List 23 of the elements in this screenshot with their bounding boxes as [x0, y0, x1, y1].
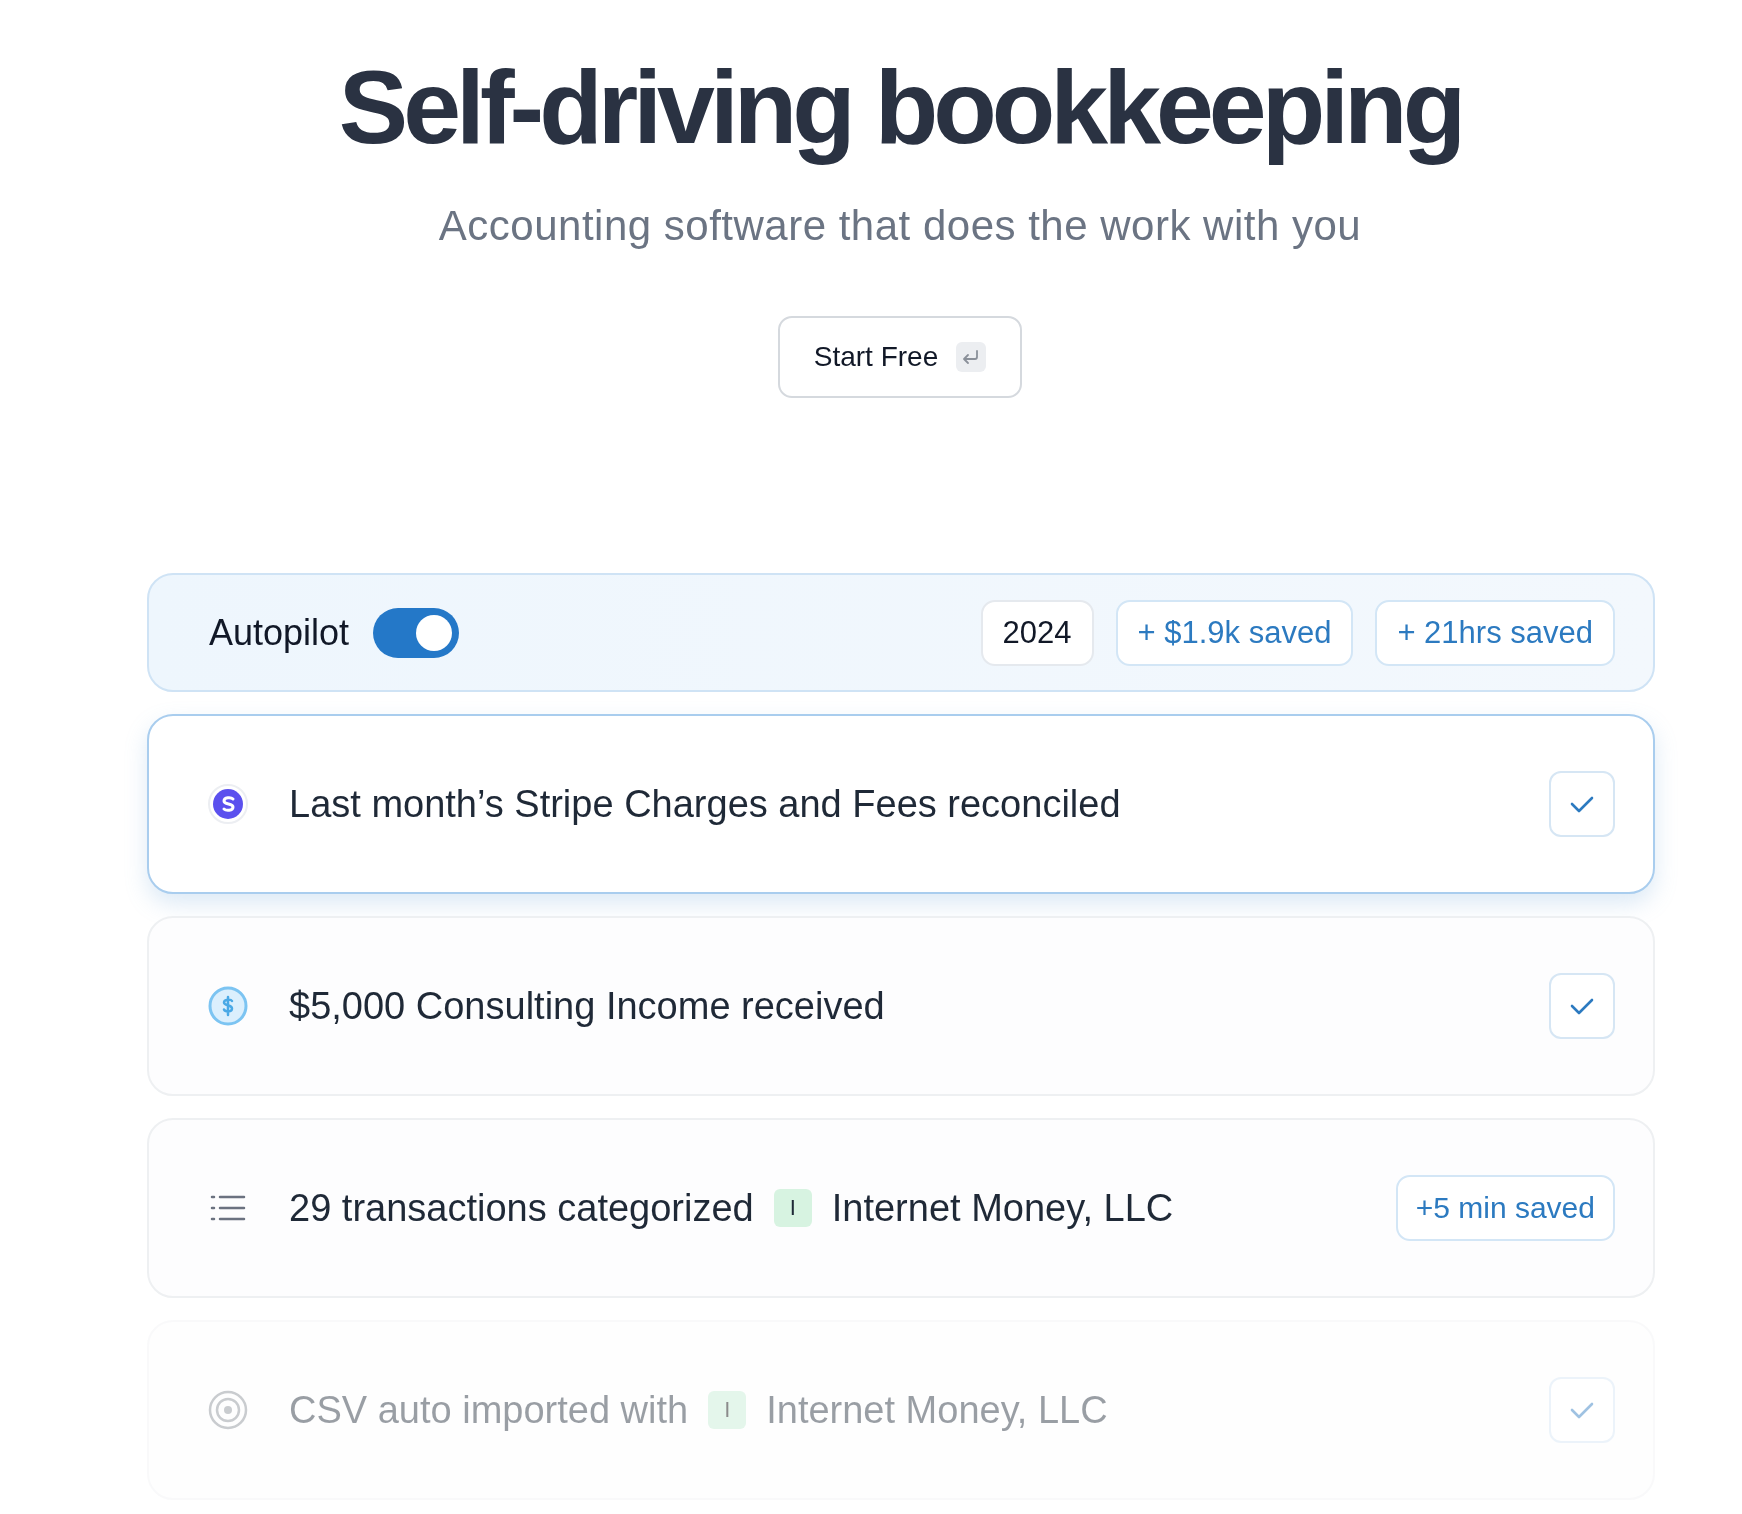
- page-title: Self-driving bookkeeping: [338, 50, 1462, 165]
- activity-text: $5,000 Consulting Income received: [289, 984, 885, 1028]
- activity-text: Internet Money, LLC: [766, 1388, 1108, 1432]
- check-button[interactable]: [1549, 771, 1615, 838]
- enter-key-icon: [956, 342, 987, 373]
- autopilot-toggle[interactable]: [373, 607, 460, 658]
- start-free-button[interactable]: Start Free: [777, 316, 1023, 399]
- savings-chip: + 21hrs saved: [1375, 599, 1615, 666]
- dollar-coin-icon: [207, 985, 249, 1028]
- activity-text: CSV auto imported with: [289, 1388, 689, 1432]
- stripe-icon: [207, 783, 249, 826]
- savings-chip: + $1.9k saved: [1115, 599, 1354, 666]
- check-button[interactable]: [1549, 973, 1615, 1040]
- subtitle: Accounting software that does the work with you: [438, 202, 1362, 251]
- company-tag: I: [708, 1391, 747, 1430]
- autopilot-label: Autopilot: [209, 611, 350, 654]
- activity-text: 29 transactions categorized: [289, 1186, 754, 1230]
- time-saved-badge: +5 min saved: [1395, 1175, 1615, 1242]
- activity-text: Internet Money, LLC: [831, 1186, 1174, 1230]
- activity-text: Last month’s Stripe Charges and Fees reconciled: [289, 782, 1121, 826]
- company-tag: I: [773, 1189, 812, 1228]
- check-button[interactable]: [1549, 1377, 1615, 1444]
- year-chip: 2024: [980, 599, 1094, 666]
